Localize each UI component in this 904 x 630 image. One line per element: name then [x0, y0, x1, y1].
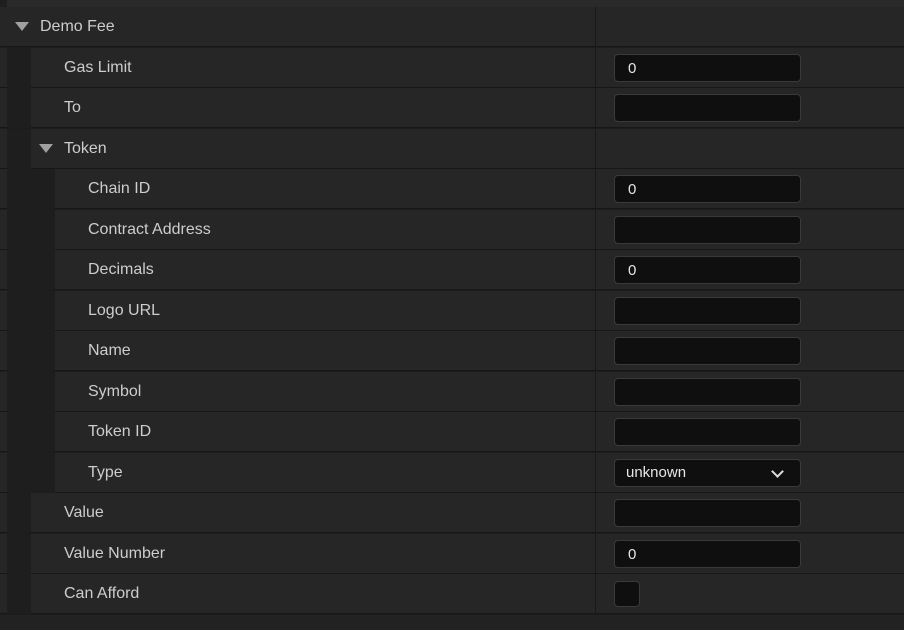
value-number-input[interactable] [614, 540, 801, 568]
property-label: Contract Address [88, 221, 211, 238]
category-row-demo-fee[interactable]: Demo Fee [0, 7, 904, 47]
property-row-logo-url: Logo URL [0, 291, 904, 331]
property-label: Value [64, 504, 104, 521]
contract-address-input[interactable] [614, 216, 801, 244]
indent-rail [7, 250, 55, 290]
gas-limit-input[interactable] [614, 54, 801, 82]
column-divider [595, 372, 596, 412]
indent-rail [7, 331, 55, 371]
chain-id-input[interactable] [614, 175, 801, 203]
indent-rail [7, 372, 55, 412]
property-row-can-afford: Can Afford [0, 574, 904, 614]
property-row-contract-address: Contract Address [0, 210, 904, 250]
decimals-input[interactable] [614, 256, 801, 284]
column-divider [595, 48, 596, 88]
details-panel: Demo Fee Gas Limit To Token Chain ID Con… [0, 0, 904, 630]
indent-rail [7, 574, 31, 614]
property-label: Type [88, 464, 123, 481]
property-label: Chain ID [88, 180, 151, 197]
logo-url-input[interactable] [614, 297, 801, 325]
column-divider [595, 412, 596, 452]
column-divider [595, 88, 596, 128]
indent-rail [7, 534, 31, 574]
column-divider [595, 250, 596, 290]
column-divider [595, 291, 596, 331]
indent-rail [7, 210, 55, 250]
property-label: To [64, 99, 81, 116]
name-input[interactable] [614, 337, 801, 365]
category-title: Demo Fee [40, 18, 115, 35]
indent-rail [7, 129, 31, 169]
property-label: Name [88, 342, 131, 359]
property-row-value-number: Value Number [0, 534, 904, 574]
property-label: Symbol [88, 383, 142, 400]
indent-rail [7, 169, 55, 209]
column-divider [595, 331, 596, 371]
to-input[interactable] [614, 94, 801, 122]
can-afford-checkbox[interactable] [614, 581, 640, 607]
property-row-gas-limit: Gas Limit [0, 48, 904, 88]
property-label: Token [64, 140, 107, 157]
column-divider [595, 129, 596, 169]
column-divider [595, 493, 596, 533]
symbol-input[interactable] [614, 378, 801, 406]
value-input[interactable] [614, 499, 801, 527]
column-divider [595, 574, 596, 614]
column-divider [595, 534, 596, 574]
indent-rail [7, 291, 55, 331]
property-row-to: To [0, 88, 904, 128]
panel-bottom-strip [0, 615, 904, 630]
column-divider [595, 7, 596, 47]
indent-rail [7, 48, 31, 88]
caret-down-icon[interactable] [39, 144, 53, 153]
property-label: Gas Limit [64, 59, 132, 76]
property-row-decimals: Decimals [0, 250, 904, 290]
property-label: Decimals [88, 261, 154, 278]
property-row-token[interactable]: Token [0, 129, 904, 169]
property-row-type: Type unknown [0, 453, 904, 493]
indent-rail [7, 453, 55, 493]
column-divider [595, 453, 596, 493]
caret-down-icon[interactable] [15, 22, 29, 31]
property-row-symbol: Symbol [0, 372, 904, 412]
chevron-down-icon [771, 465, 784, 478]
type-dropdown[interactable]: unknown [614, 459, 801, 487]
property-label: Can Afford [64, 585, 140, 602]
indent-rail [7, 493, 31, 533]
indent-rail [7, 412, 55, 452]
type-selected-value: unknown [626, 464, 687, 481]
property-row-chain-id: Chain ID [0, 169, 904, 209]
property-label: Token ID [88, 423, 152, 440]
property-label: Value Number [64, 545, 166, 562]
column-divider [595, 169, 596, 209]
token-id-input[interactable] [614, 418, 801, 446]
property-row-name: Name [0, 331, 904, 371]
property-row-token-id: Token ID [0, 412, 904, 452]
indent-rail [7, 88, 31, 128]
column-divider [595, 210, 596, 250]
property-label: Logo URL [88, 302, 161, 319]
property-row-value: Value [0, 493, 904, 533]
